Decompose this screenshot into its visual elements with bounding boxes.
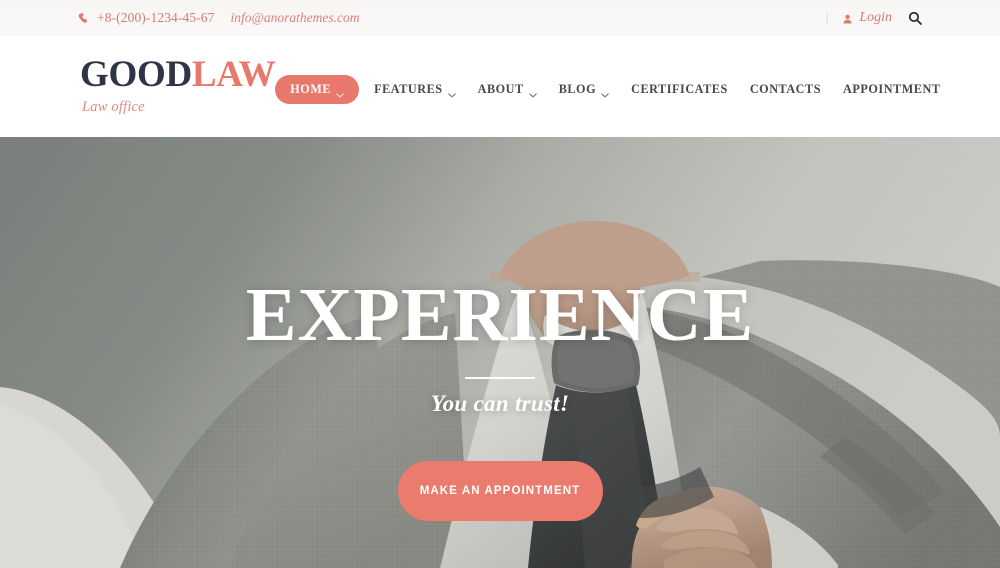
search-icon[interactable]: [908, 11, 922, 25]
nav-label-appointment: APPOINTMENT: [843, 81, 941, 96]
nav-item-home[interactable]: HOME: [275, 74, 360, 104]
login-label: Login: [859, 10, 892, 25]
login-link[interactable]: Login: [842, 10, 892, 26]
site-header: GOODLAW Law office HOME FEATURES ABOUT B…: [0, 36, 1000, 137]
chevron-down-icon: [528, 87, 537, 98]
site-logo[interactable]: GOODLAW Law office: [80, 54, 276, 115]
phone-link[interactable]: +8-(200)-1234-45-67: [78, 10, 215, 26]
make-appointment-button[interactable]: MAKE AN APPOINTMENT: [397, 461, 603, 521]
chevron-down-icon: [447, 87, 456, 98]
hero-content: EXPERIENCE You can trust! MAKE AN APPOIN…: [0, 137, 1000, 568]
main-navigation: HOME FEATURES ABOUT BLOG CERTIFICATES CO…: [275, 74, 951, 104]
top-bar: +8-(200)-1234-45-67 info@anorathemes.com…: [0, 0, 1000, 36]
user-icon: [842, 12, 853, 24]
chevron-down-icon: [336, 87, 344, 98]
email-link[interactable]: info@anorathemes.com: [231, 10, 360, 26]
nav-label-certificates: CERTIFICATES: [631, 81, 728, 96]
logo-tagline: Law office: [82, 98, 145, 115]
topbar-separator: |: [825, 10, 829, 25]
nav-label-contacts: CONTACTS: [749, 81, 822, 96]
nav-label-home: HOME: [290, 81, 332, 96]
top-bar-account-group: | Login: [826, 10, 922, 26]
nav-item-certificates[interactable]: CERTIFICATES: [620, 75, 739, 104]
top-bar-contact-group: +8-(200)-1234-45-67 info@anorathemes.com: [78, 10, 360, 26]
logo-text-law: LAW: [191, 54, 276, 96]
hero-subtitle: You can trust!: [430, 391, 570, 416]
logo-text-good: GOOD: [80, 54, 192, 96]
nav-item-features[interactable]: FEATURES: [363, 75, 467, 104]
nav-item-contacts[interactable]: CONTACTS: [739, 75, 832, 104]
nav-item-blog[interactable]: BLOG: [548, 75, 620, 104]
hero-title: EXPERIENCE: [245, 273, 755, 357]
chevron-down-icon: [601, 87, 609, 98]
hero-banner: EXPERIENCE You can trust! MAKE AN APPOIN…: [0, 137, 1000, 568]
nav-label-blog: BLOG: [558, 81, 597, 96]
phone-number: +8-(200)-1234-45-67: [97, 10, 215, 25]
nav-label-about: ABOUT: [477, 81, 524, 96]
nav-label-features: FEATURES: [374, 81, 443, 96]
logo-wordmark: GOODLAW: [80, 54, 276, 96]
nav-item-appointment[interactable]: APPOINTMENT: [832, 75, 951, 104]
hero-divider: [465, 377, 535, 379]
nav-item-about[interactable]: ABOUT: [467, 75, 548, 104]
phone-icon: [78, 12, 90, 24]
